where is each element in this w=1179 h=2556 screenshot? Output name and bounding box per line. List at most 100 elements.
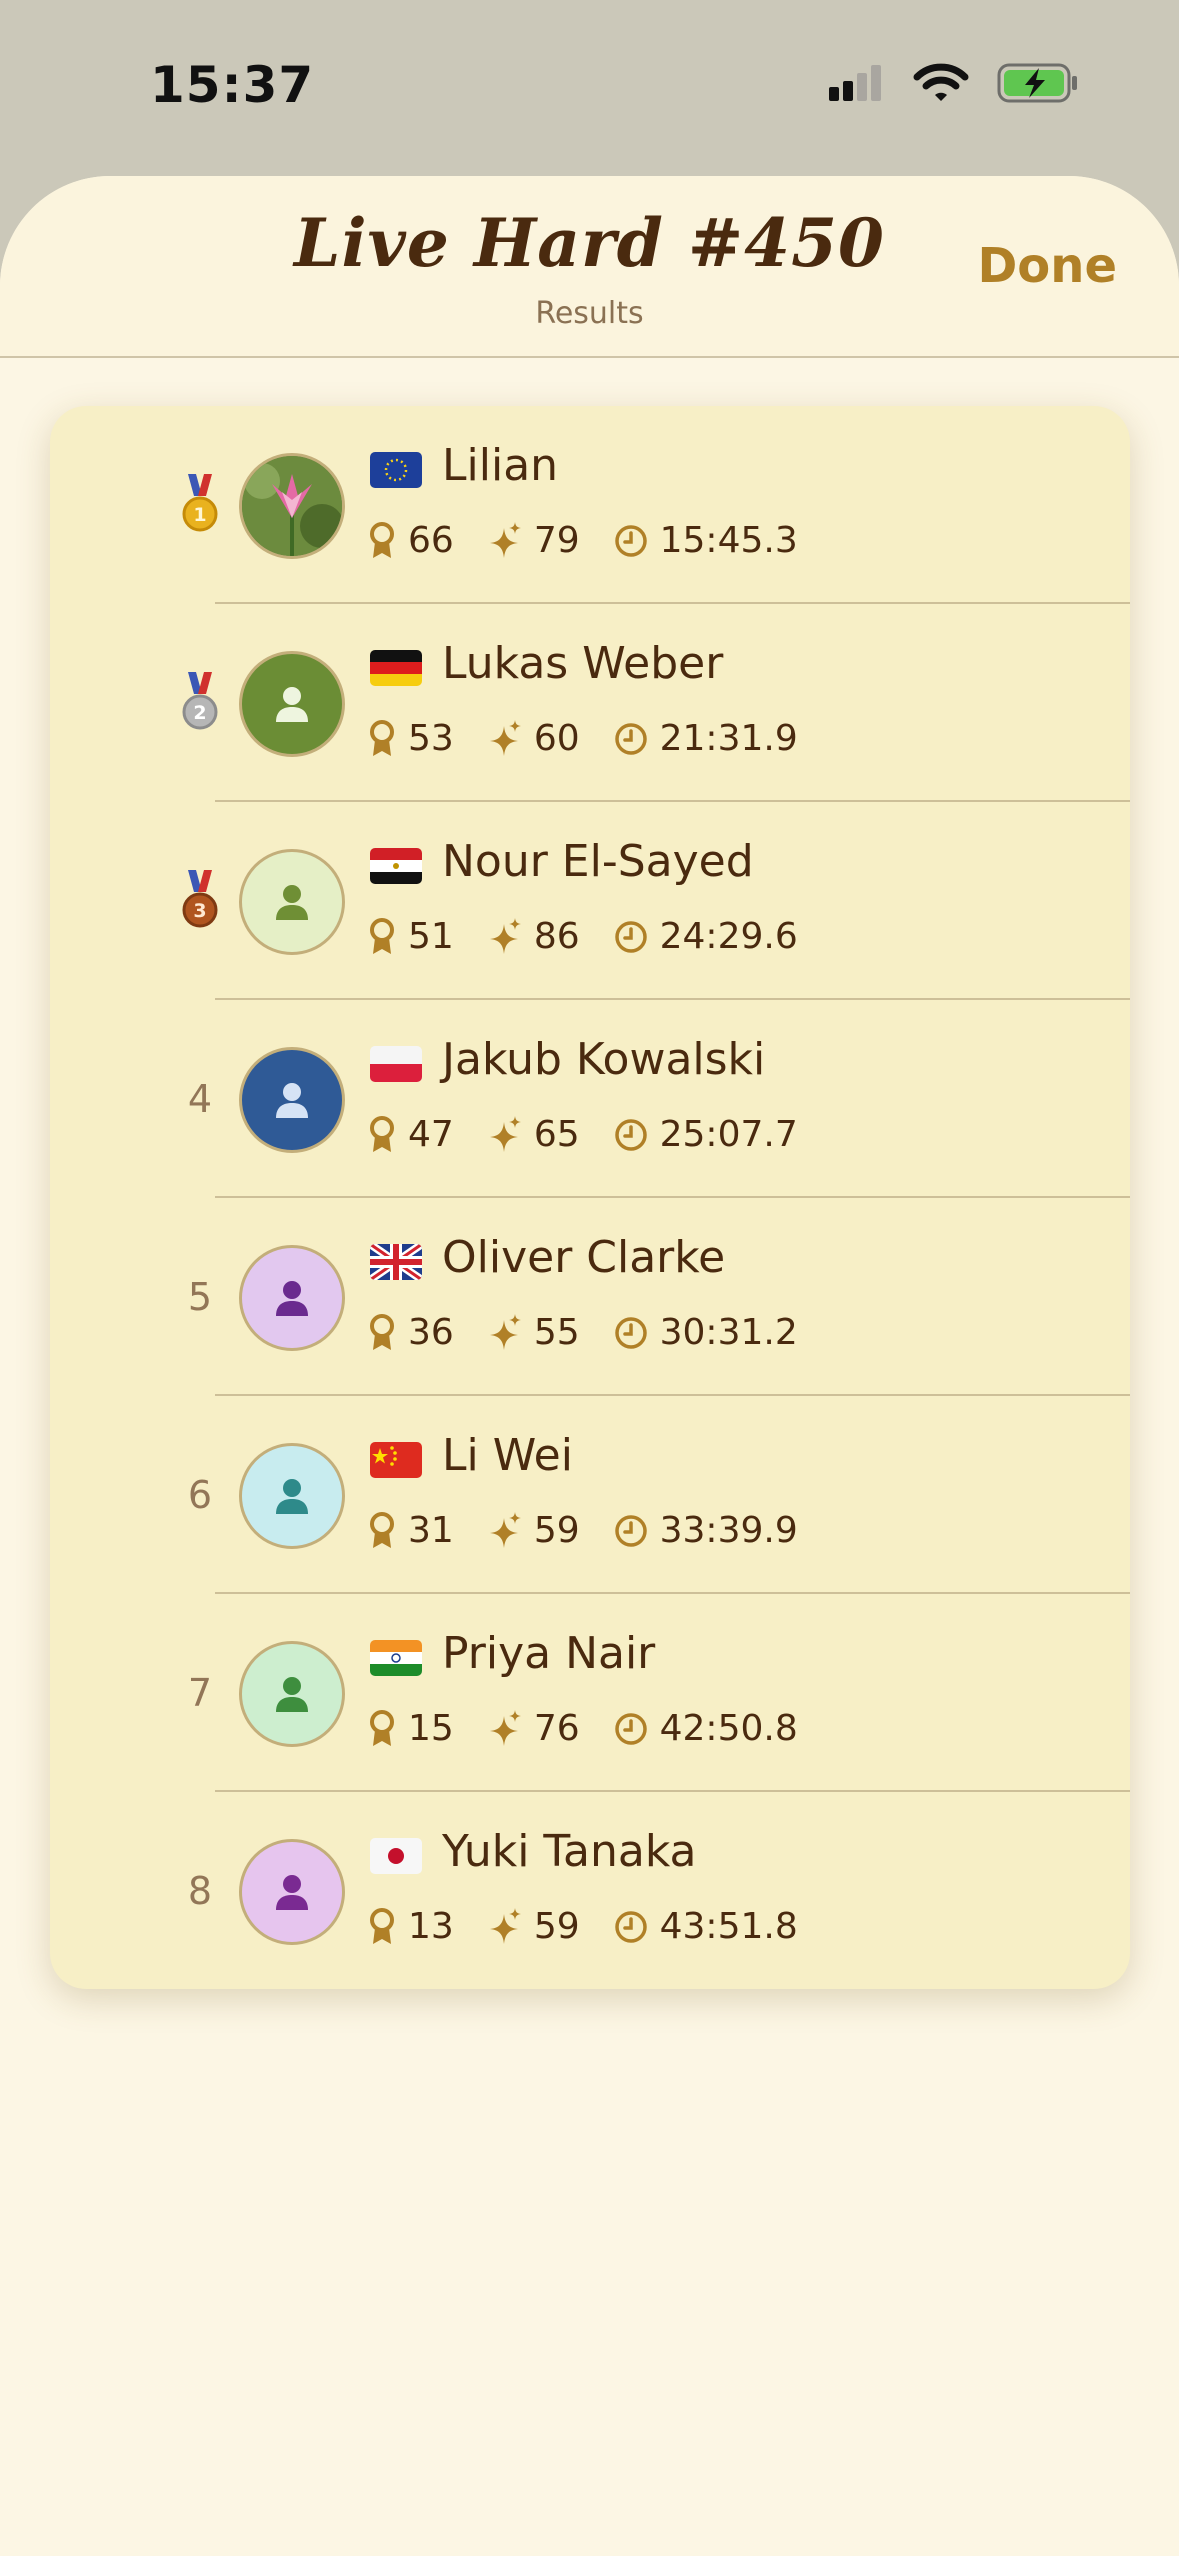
avatar xyxy=(239,1245,345,1351)
award-icon xyxy=(370,1115,394,1152)
clock-icon xyxy=(614,722,647,755)
list-item[interactable]: 8 Yuki Tanaka 13 59 43:51.8 xyxy=(50,1792,1130,1989)
time-value: 15:45.3 xyxy=(659,520,798,561)
flag-pl-icon xyxy=(370,1046,422,1082)
list-item[interactable]: 1 Lilian 66 79 15:45.3 xyxy=(50,406,1130,604)
player-stats: 36 55 30:31.2 xyxy=(368,1312,832,1353)
clock-icon xyxy=(614,1712,647,1745)
clock-icon xyxy=(614,1316,647,1349)
award-icon xyxy=(370,917,394,954)
sparkles-icon xyxy=(489,1907,521,1944)
award-icon xyxy=(370,1907,394,1944)
flag-eg-icon xyxy=(370,848,422,884)
clock-icon xyxy=(614,1514,647,1547)
sparkles-value: 55 xyxy=(533,1312,580,1353)
sheet-header: Live Hard #450 Results Done xyxy=(0,176,1179,358)
player-name: Priya Nair xyxy=(442,1628,656,1679)
score-value: 36 xyxy=(408,1312,454,1353)
sparkles-icon xyxy=(489,521,521,558)
person-icon xyxy=(276,1083,308,1118)
person-icon xyxy=(276,885,308,920)
wifi-icon xyxy=(913,63,969,101)
person-icon xyxy=(276,1875,308,1910)
svg-text:2: 2 xyxy=(193,702,206,724)
player-stats: 66 79 15:45.3 xyxy=(368,520,832,561)
award-icon xyxy=(370,719,394,756)
player-stats: 31 59 33:39.9 xyxy=(368,1510,832,1551)
sparkles-icon xyxy=(489,1709,521,1746)
avatar xyxy=(239,651,345,757)
avatar xyxy=(239,1443,345,1549)
avatar xyxy=(239,1047,345,1153)
avatar xyxy=(239,849,345,955)
list-item[interactable]: 2 Lukas Weber 53 60 21:31.9 xyxy=(50,604,1130,802)
flag-in-icon xyxy=(370,1640,422,1676)
score-value: 53 xyxy=(408,718,454,759)
player-name: Lilian xyxy=(442,440,559,491)
sparkles-value: 65 xyxy=(533,1114,580,1155)
person-icon xyxy=(276,1281,308,1316)
time-value: 30:31.2 xyxy=(659,1312,798,1353)
battery-charging-icon xyxy=(997,63,1077,103)
flag-jp-icon xyxy=(370,1838,422,1874)
tulip-photo-icon xyxy=(242,456,342,556)
avatar xyxy=(239,453,345,559)
sparkles-value: 76 xyxy=(533,1708,580,1749)
player-stats: 53 60 21:31.9 xyxy=(368,718,832,759)
person-icon xyxy=(276,1479,308,1514)
player-name: Yuki Tanaka xyxy=(442,1826,697,1877)
person-icon xyxy=(276,1677,308,1712)
player-stats: 47 65 25:07.7 xyxy=(368,1114,832,1155)
player-name: Nour El-Sayed xyxy=(442,836,754,887)
player-stats: 13 59 43:51.8 xyxy=(368,1906,832,1947)
player-stats: 51 86 24:29.6 xyxy=(368,916,832,957)
sparkles-icon xyxy=(489,1115,521,1152)
score-value: 15 xyxy=(408,1708,454,1749)
sparkles-icon xyxy=(489,1313,521,1350)
status-bar: 15:37 xyxy=(0,0,1179,175)
sparkles-icon xyxy=(489,917,521,954)
list-item[interactable]: 3 Nour El-Sayed 51 86 24:29.6 xyxy=(50,802,1130,1000)
award-icon xyxy=(370,1709,394,1746)
svg-text:1: 1 xyxy=(193,504,206,526)
score-value: 66 xyxy=(408,520,454,561)
time-value: 42:50.8 xyxy=(659,1708,798,1749)
score-value: 47 xyxy=(408,1114,454,1155)
player-name: Lukas Weber xyxy=(442,638,724,689)
results-list: 1 Lilian 66 79 15:45.3 2 Lukas Weber 53 … xyxy=(50,406,1130,1989)
status-icons xyxy=(827,62,1079,104)
sparkles-value: 60 xyxy=(533,718,580,759)
sparkles-value: 59 xyxy=(533,1906,580,1947)
clock-icon xyxy=(614,920,647,953)
list-item[interactable]: 5 Oliver Clarke 36 55 30:31.2 xyxy=(50,1198,1130,1396)
list-item[interactable]: 4 Jakub Kowalski 47 65 25:07.7 xyxy=(50,1000,1130,1198)
flag-eu-icon xyxy=(370,452,422,488)
score-value: 31 xyxy=(408,1510,454,1551)
sparkles-icon xyxy=(489,1511,521,1548)
time-value: 33:39.9 xyxy=(659,1510,798,1551)
flag-de-icon xyxy=(370,650,422,686)
cellular-signal-icon xyxy=(829,65,881,101)
list-item[interactable]: 6 Li Wei 31 59 33:39.9 xyxy=(50,1396,1130,1594)
clock-icon xyxy=(614,524,647,557)
page-subtitle: Results xyxy=(535,296,644,331)
score-value: 13 xyxy=(408,1906,454,1947)
time-value: 21:31.9 xyxy=(659,718,798,759)
list-item[interactable]: 7 Priya Nair 15 76 42:50.8 xyxy=(50,1594,1130,1792)
sparkles-icon xyxy=(489,719,521,756)
player-name: Jakub Kowalski xyxy=(442,1034,766,1085)
sparkles-value: 79 xyxy=(533,520,580,561)
done-button[interactable]: Done xyxy=(977,238,1117,294)
time-value: 24:29.6 xyxy=(659,916,798,957)
player-name: Li Wei xyxy=(442,1430,573,1481)
status-time: 15:37 xyxy=(150,56,315,114)
svg-text:3: 3 xyxy=(193,900,206,922)
clock-icon xyxy=(614,1118,647,1151)
player-stats: 15 76 42:50.8 xyxy=(368,1708,832,1749)
player-name: Oliver Clarke xyxy=(442,1232,726,1283)
award-icon xyxy=(370,1511,394,1548)
flag-cn-icon xyxy=(370,1442,422,1478)
award-icon xyxy=(370,521,394,558)
clock-icon xyxy=(614,1910,647,1943)
score-value: 51 xyxy=(408,916,454,957)
